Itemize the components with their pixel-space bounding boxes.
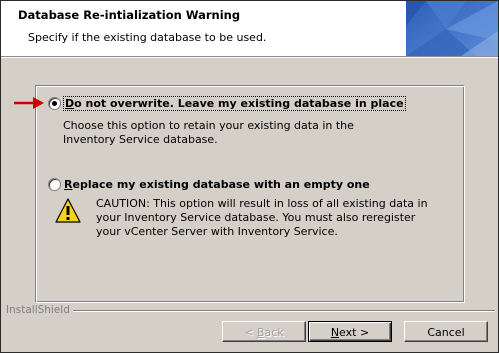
option-label-rest: eplace my existing database with an empt… [72, 178, 370, 191]
banner-graphic [406, 1, 498, 56]
option-do-not-overwrite-description: Choose this option to retain your existi… [63, 119, 354, 146]
installer-window: Database Re-intialization Warning Specif… [0, 0, 499, 353]
option-replace-database-description: CAUTION: This option will result in loss… [96, 197, 428, 238]
radio-do-not-overwrite[interactable] [48, 97, 61, 110]
mnemonic-n: N [330, 326, 340, 339]
header-panel: Database Re-intialization Warning Specif… [1, 1, 498, 57]
next-rest: ext > [339, 326, 370, 339]
next-button[interactable]: Next > [308, 321, 392, 342]
red-arrow-icon [14, 97, 44, 109]
option-do-not-overwrite-label[interactable]: Do not overwrite. Leave my existing data… [63, 96, 406, 111]
mnemonic-b: B [257, 326, 265, 339]
option-replace-database-label[interactable]: Replace my existing database with an emp… [64, 178, 370, 191]
back-button[interactable]: < Back [222, 321, 306, 342]
cancel-button[interactable]: Cancel [404, 321, 488, 342]
footer-divider [67, 310, 495, 312]
option-label-rest: o not overwrite. Leave my existing datab… [74, 97, 404, 110]
cancel-label: Cancel [427, 326, 465, 339]
radio-replace-database[interactable] [48, 178, 61, 191]
page-title: Database Re-intialization Warning [18, 8, 241, 22]
page-subtitle: Specify if the existing database to be u… [28, 31, 267, 44]
installshield-brand: InstallShield [6, 304, 73, 316]
mnemonic-d: D [65, 97, 75, 110]
back-prefix: < [244, 326, 257, 339]
back-rest: ack [264, 326, 284, 339]
warning-icon [55, 198, 81, 223]
header-divider [1, 57, 498, 58]
options-group [35, 85, 465, 303]
